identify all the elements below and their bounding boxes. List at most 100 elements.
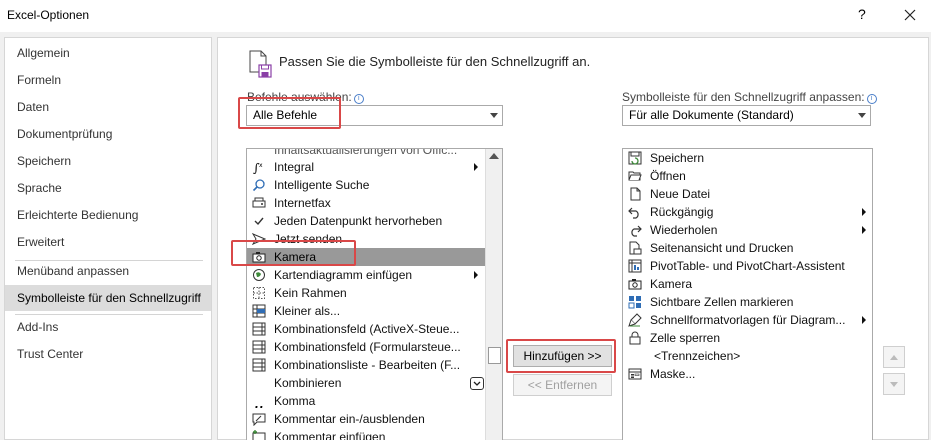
- brush-icon: [628, 313, 642, 327]
- chevron-down-icon: [490, 113, 498, 118]
- submenu-arrow-icon: [862, 208, 866, 216]
- send-icon: [251, 232, 267, 246]
- grid-icon: [628, 295, 642, 309]
- page-heading: Passen Sie die Symbolleiste für den Schn…: [279, 54, 591, 69]
- list-item[interactable]: ∫ x Integral: [247, 158, 485, 176]
- list-item[interactable]: Intelligente Suche: [247, 176, 485, 194]
- help-icon[interactable]: ?: [858, 6, 866, 22]
- camera-icon: [628, 277, 642, 291]
- qat-list[interactable]: Speichern Öffnen Neue Datei Rückgängig W…: [622, 148, 873, 440]
- submenu-arrow-icon: [862, 226, 866, 234]
- info-icon: i: [866, 94, 877, 104]
- list-item[interactable]: Kombinationsfeld (Formularsteue...: [247, 338, 485, 356]
- submenu-arrow-icon: [862, 316, 866, 324]
- undo-icon: [628, 205, 642, 219]
- arrow-up-icon: [890, 355, 898, 360]
- commands-scrollbar[interactable]: [485, 149, 502, 440]
- nav-item-sprache[interactable]: Sprache: [5, 175, 211, 201]
- nav-item-erleichterte-bedienung[interactable]: Erleichterte Bedienung: [5, 202, 211, 228]
- list-item-selected[interactable]: Kamera: [247, 248, 485, 266]
- window-title: Excel-Optionen: [7, 8, 90, 22]
- dropdown-icon[interactable]: [470, 377, 484, 390]
- list-item[interactable]: Kleiner als...: [247, 302, 485, 320]
- redo-icon: [628, 223, 642, 237]
- lock-icon: [628, 331, 642, 345]
- list-item[interactable]: Rückgängig: [623, 203, 872, 221]
- move-down-button[interactable]: [883, 373, 905, 395]
- main-panel: Passen Sie die Symbolleiste für den Schn…: [217, 37, 929, 440]
- nav-item-daten[interactable]: Daten: [5, 94, 211, 120]
- list-item[interactable]: Wiederholen: [623, 221, 872, 239]
- submenu-arrow-icon: [474, 271, 478, 279]
- arrow-down-icon: [890, 382, 898, 387]
- nav-item-menueband[interactable]: Menüband anpassen: [5, 258, 211, 284]
- list-item[interactable]: Sichtbare Zellen markieren: [623, 293, 872, 311]
- svg-text:,,: ,,: [254, 396, 264, 408]
- nav-item-erweitert[interactable]: Erweitert: [5, 229, 211, 255]
- commands-combo-value: Alle Befehle: [253, 108, 318, 122]
- new-comment-icon: [252, 430, 266, 440]
- nav-item-schnellzugriff[interactable]: Symbolleiste für den Schnellzugriff: [5, 285, 211, 311]
- list-item[interactable]: Kommentar ein-/ausblenden: [247, 410, 485, 428]
- list-item[interactable]: PivotTable- und PivotChart-Assistent: [623, 257, 872, 275]
- commands-label: Befehle auswählen: i: [247, 90, 364, 104]
- list-item[interactable]: Öffnen: [623, 167, 872, 185]
- nav-item-formeln[interactable]: Formeln: [5, 67, 211, 93]
- form-icon: [628, 367, 642, 381]
- nav-item-dokumentpruefung[interactable]: Dokumentprüfung: [5, 121, 211, 147]
- list-item[interactable]: Kombinieren: [247, 374, 485, 392]
- scroll-thumb[interactable]: [488, 347, 501, 364]
- qat-label: Symbolleiste für den Schnellzugriff anpa…: [622, 90, 877, 104]
- list-item[interactable]: Maske...: [623, 365, 872, 383]
- chevron-down-icon: [858, 113, 866, 118]
- qat-scope-combo-value: Für alle Dokumente (Standard): [629, 108, 794, 122]
- nav-item-trust-center[interactable]: Trust Center: [5, 341, 211, 367]
- list-item[interactable]: Kombinationsliste - Bearbeiten (F...: [247, 356, 485, 374]
- list-item[interactable]: Kamera: [623, 275, 872, 293]
- commands-combo[interactable]: Alle Befehle: [246, 105, 503, 126]
- options-nav: Allgemein Formeln Daten Dokumentprüfung …: [4, 37, 212, 440]
- list-item[interactable]: <Trennzeichen>: [623, 347, 872, 365]
- comma-icon: ,,: [252, 394, 266, 412]
- map-chart-icon: [252, 268, 266, 282]
- search-icon: [252, 178, 266, 192]
- list-item[interactable]: Kombinationsfeld (ActiveX-Steue...: [247, 320, 485, 338]
- save-icon: [628, 151, 642, 165]
- camera-icon: [252, 250, 266, 264]
- open-folder-icon: [628, 169, 642, 183]
- print-preview-icon: [628, 241, 642, 255]
- list-item[interactable]: Kein Rahmen: [247, 284, 485, 302]
- submenu-arrow-icon: [474, 163, 478, 171]
- nav-item-speichern[interactable]: Speichern: [5, 148, 211, 174]
- no-border-icon: [252, 286, 266, 300]
- qat-scope-combo[interactable]: Für alle Dokumente (Standard): [622, 105, 871, 126]
- qat-customize-icon: [246, 48, 276, 78]
- scroll-up-icon[interactable]: [489, 153, 499, 159]
- combobox-icon: [252, 340, 266, 354]
- list-item[interactable]: Zelle sperren: [623, 329, 872, 347]
- list-item[interactable]: ,, Komma: [247, 392, 485, 412]
- list-item[interactable]: Jeden Datenpunkt hervorheben: [247, 212, 485, 230]
- fax-icon: [252, 196, 266, 210]
- list-item[interactable]: Neue Datei: [623, 185, 872, 203]
- list-item[interactable]: Speichern: [623, 149, 872, 167]
- add-button[interactable]: Hinzufügen >>: [513, 345, 612, 367]
- list-item[interactable]: Jetzt senden: [247, 230, 485, 248]
- list-item[interactable]: Seitenansicht und Drucken: [623, 239, 872, 257]
- move-up-button[interactable]: [883, 346, 905, 368]
- commands-list[interactable]: Inhaltsaktualisierungen von Offic... ∫ x …: [246, 148, 503, 440]
- info-icon: i: [353, 94, 364, 104]
- combobox-icon: [252, 358, 266, 372]
- combobox-icon: [252, 322, 266, 336]
- title-bar: Excel-Optionen ?: [0, 0, 931, 32]
- list-item[interactable]: Schnellformatvorlagen für Diagram...: [623, 311, 872, 329]
- list-item[interactable]: Kommentar einfügen: [247, 428, 485, 440]
- nav-item-add-ins[interactable]: Add-Ins: [5, 314, 211, 340]
- new-file-icon: [628, 187, 642, 201]
- list-item[interactable]: Kartendiagramm einfügen: [247, 266, 485, 284]
- close-icon[interactable]: [898, 3, 922, 27]
- list-item[interactable]: Internetfax: [247, 194, 485, 212]
- less-than-icon: [252, 304, 266, 318]
- remove-button[interactable]: << Entfernen: [513, 374, 612, 396]
- nav-item-allgemein[interactable]: Allgemein: [5, 40, 211, 66]
